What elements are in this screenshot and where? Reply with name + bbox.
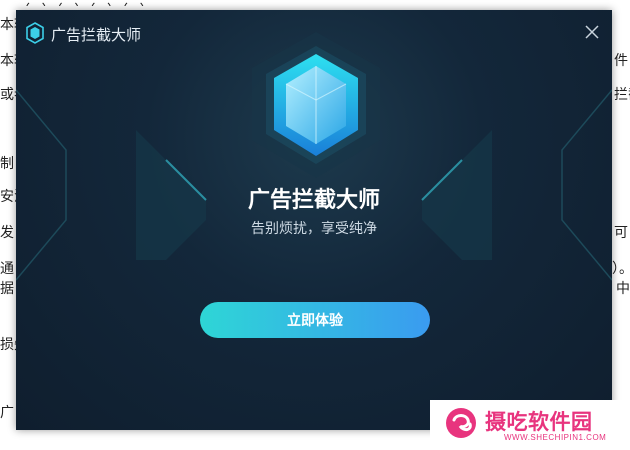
- background-text: 通: [0, 261, 14, 277]
- product-heading: 广告拦截大师: [247, 188, 380, 213]
- background-text: 或者: [0, 87, 16, 103]
- background-document-top: （...）（...）（...）（...）: [16, 0, 612, 6]
- background-document-left: 本软 本软 或者 制 安汇 发 通 据 损失 广: [0, 0, 16, 450]
- background-text: 件: [614, 53, 628, 69]
- background-text: 本软: [0, 53, 16, 69]
- try-now-button[interactable]: 立即体验: [200, 302, 430, 338]
- watermark-text: 摄吃软件园: [485, 410, 593, 434]
- tagline: 告别烦扰，享受纯净: [251, 221, 377, 237]
- background-text: 安汇: [0, 189, 16, 205]
- watermark-url: WWW.SHECHIPIN1.COM: [504, 433, 607, 442]
- ad-blocker-dialog: 广告拦截大师 广告拦截大师 告别烦扰，享受纯净 立即体验: [16, 10, 612, 430]
- background-text: 损失: [0, 337, 16, 353]
- background-text: 中: [616, 281, 630, 297]
- background-text: 可: [614, 225, 628, 241]
- background-text: 发: [0, 225, 14, 241]
- background-text: 拦截: [614, 87, 630, 103]
- watermark-logo: [446, 408, 476, 438]
- site-watermark: 摄吃软件园 WWW.SHECHIPIN1.COM: [430, 400, 630, 450]
- background-text: ）。: [612, 261, 630, 277]
- decorative-right-panel: [421, 89, 612, 281]
- window-title: 广告拦截大师: [51, 26, 142, 44]
- decorative-left-panel: [16, 89, 207, 281]
- background-text: 广: [0, 405, 14, 421]
- background-text: 据: [0, 281, 14, 297]
- background-text: （...）（...）（...）（...）: [16, 2, 154, 6]
- shield-icon: [26, 22, 44, 44]
- background-text: 本软: [0, 17, 16, 33]
- background-document-right: 件 拦截 可 ）。 中: [612, 0, 630, 450]
- close-icon[interactable]: [584, 24, 600, 40]
- background-text: 制: [0, 156, 14, 172]
- shield-hero-icon: [252, 32, 380, 178]
